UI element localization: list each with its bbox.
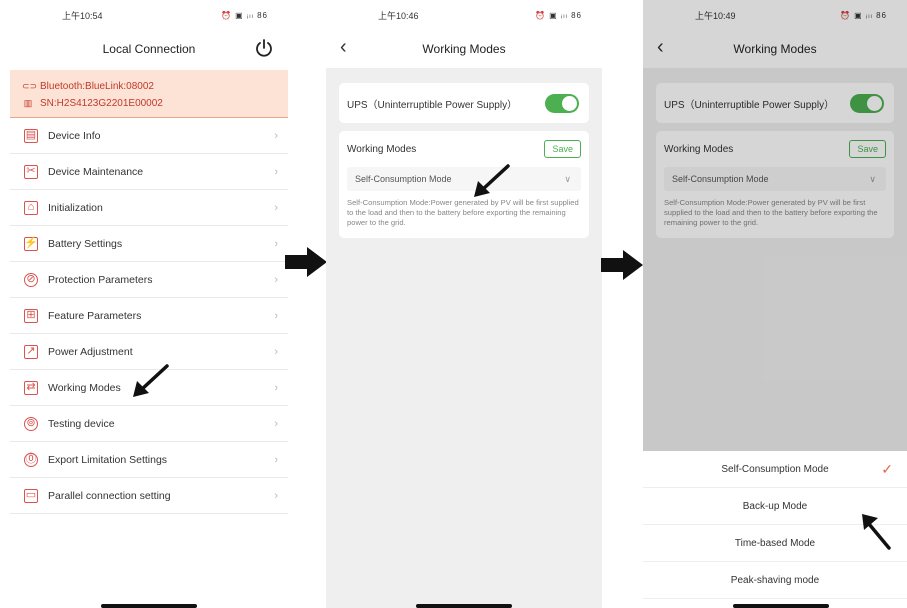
chevron-right-icon: ›	[274, 453, 278, 466]
menu-item-label: Battery Settings	[48, 237, 123, 250]
working-modes-label: Working Modes	[347, 143, 417, 155]
mode-option[interactable]: Peak-shaving mode	[643, 562, 907, 599]
ups-card: UPS（Uninterruptible Power Supply）	[339, 83, 589, 123]
mode-select[interactable]: Self-Consumption Mode ∨	[347, 167, 581, 191]
menu-item-label: Testing device	[48, 417, 115, 430]
chevron-right-icon: ›	[274, 273, 278, 286]
local-connection-screen: 上午10:54 ⏰ ▣ ᵢₗₗ 86 Local Connection ⊂⊃ B…	[10, 0, 288, 608]
chevron-right-icon: ›	[274, 129, 278, 142]
menu-icon: ▤	[24, 128, 38, 143]
menu-item-device-maintenance[interactable]: ✂ Device Maintenance ›	[10, 154, 288, 190]
working-modes-screen: 上午10:46 ⏰ ▣ ᵢₗₗ 86 ‹ Working Modes UPS（U…	[326, 0, 602, 608]
serial-number: SN:H2S4123G2201E00002	[40, 98, 163, 109]
menu-item-label: Device Maintenance	[48, 165, 144, 178]
chevron-right-icon: ›	[274, 237, 278, 250]
menu-item-testing-device[interactable]: ⊚ Testing device ›	[10, 406, 288, 442]
ups-toggle[interactable]	[545, 93, 579, 113]
menu-icon: ⓪	[24, 452, 38, 467]
barcode-icon: ▥	[23, 98, 33, 108]
home-indicator	[733, 604, 829, 608]
menu-item-label: Power Adjustment	[48, 345, 133, 358]
chevron-right-icon: ›	[274, 417, 278, 430]
pointer-arrow-icon	[862, 514, 891, 550]
mode-description: Self-Consumption Mode:Power generated by…	[347, 198, 579, 227]
connection-info: ⊂⊃ Bluetooth:BlueLink:08002 ▥ SN:H2S4123…	[10, 70, 288, 118]
status-bar: 上午10:46 ⏰ ▣ ᵢₗₗ 86	[326, 0, 602, 30]
menu-icon: ⚡	[24, 236, 38, 251]
page-title: Working Modes	[422, 42, 506, 56]
menu-item-label: Export Limitation Settings	[48, 453, 168, 466]
chevron-right-icon: ›	[274, 381, 278, 394]
menu-item-parallel-connection-setting[interactable]: ▭ Parallel connection setting ›	[10, 478, 288, 514]
status-time: 上午10:54	[62, 10, 103, 21]
menu-icon: ⊘	[24, 272, 38, 287]
mode-option[interactable]: Self-Consumption Mode ✓	[643, 451, 907, 488]
menu-item-label: Protection Parameters	[48, 273, 153, 286]
nav-bar: ‹ Working Modes	[326, 30, 602, 68]
home-indicator	[101, 604, 197, 608]
menu-icon: ⌂	[24, 200, 38, 215]
chevron-down-icon: ∨	[564, 173, 571, 184]
power-icon[interactable]	[254, 38, 274, 58]
mode-select-value: Self-Consumption Mode	[355, 174, 452, 184]
settings-menu: ▤ Device Info › ✂ Device Maintenance › ⌂ Initia…	[10, 118, 288, 514]
page-title: Local Connection	[102, 42, 196, 56]
menu-item-export-limitation-settings[interactable]: ⓪ Export Limitation Settings ›	[10, 442, 288, 478]
status-bar: 上午10:54 ⏰ ▣ ᵢₗₗ 86	[10, 0, 288, 30]
menu-item-initialization[interactable]: ⌂ Initialization ›	[10, 190, 288, 226]
mode-option-label: Self-Consumption Mode	[721, 463, 829, 475]
menu-item-device-info[interactable]: ▤ Device Info ›	[10, 118, 288, 154]
chevron-right-icon: ›	[274, 345, 278, 358]
chevron-right-icon: ›	[274, 165, 278, 178]
chevron-right-icon: ›	[274, 489, 278, 502]
bluetooth-label: Bluetooth:BlueLink:08002	[40, 81, 154, 92]
menu-item-feature-parameters[interactable]: ⊞ Feature Parameters ›	[10, 298, 288, 334]
menu-item-label: Feature Parameters	[48, 309, 142, 322]
pointer-arrow-icon	[133, 364, 169, 397]
arrow-right-icon	[285, 247, 327, 277]
checkmark-icon: ✓	[881, 460, 893, 477]
save-button[interactable]: Save	[544, 140, 581, 158]
dim-overlay[interactable]	[643, 0, 907, 451]
ups-label: UPS（Uninterruptible Power Supply）	[347, 99, 518, 111]
home-indicator	[416, 604, 512, 608]
menu-item-label: Parallel connection setting	[48, 489, 171, 502]
menu-icon: ▭	[24, 488, 38, 503]
chevron-right-icon: ›	[274, 309, 278, 322]
working-modes-card: Working Modes Save Self-Consumption Mode…	[339, 131, 589, 238]
menu-icon: ⊚	[24, 416, 38, 431]
link-icon: ⊂⊃	[22, 81, 38, 91]
menu-icon: ⊞	[24, 308, 38, 323]
menu-item-protection-parameters[interactable]: ⊘ Protection Parameters ›	[10, 262, 288, 298]
chevron-right-icon: ›	[274, 201, 278, 214]
mode-option-label: Time-based Mode	[734, 537, 816, 549]
menu-item-battery-settings[interactable]: ⚡ Battery Settings ›	[10, 226, 288, 262]
pointer-arrow-icon	[474, 164, 510, 197]
mode-option-label: Back-up Mode	[742, 500, 808, 512]
menu-item-label: Device Info	[48, 129, 101, 142]
status-icons: ⏰ ▣ ᵢₗₗ 86	[535, 10, 582, 20]
mode-option-label: Peak-shaving mode	[730, 574, 820, 586]
menu-icon: ✂	[24, 164, 38, 179]
nav-bar: Local Connection	[10, 30, 288, 68]
menu-icon: ⇄	[24, 380, 38, 395]
menu-item-label: Initialization	[48, 201, 103, 214]
menu-icon: ↗	[24, 344, 38, 359]
back-arrow-icon[interactable]: ‹	[340, 36, 347, 58]
status-icons: ⏰ ▣ ᵢₗₗ 86	[221, 10, 268, 20]
arrow-right-icon	[601, 250, 643, 280]
status-time: 上午10:46	[378, 10, 419, 21]
